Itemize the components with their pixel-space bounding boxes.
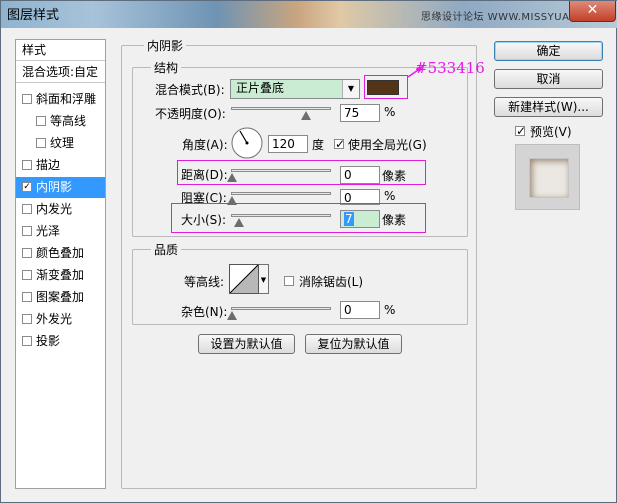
angle-dial[interactable] — [230, 126, 264, 160]
style-item-label: 投影 — [36, 334, 61, 348]
style-item-label: 纹理 — [50, 136, 75, 150]
size-unit: 像素 — [382, 213, 407, 227]
style-item-label: 光泽 — [36, 224, 61, 238]
style-item[interactable]: 斜面和浮雕 — [16, 89, 105, 110]
style-item[interactable]: 外发光 — [16, 309, 105, 330]
style-item[interactable]: 图案叠加 — [16, 287, 105, 308]
style-item[interactable]: 投影 — [16, 331, 105, 352]
angle-input[interactable]: 120 — [268, 135, 308, 153]
antialias-label: 消除锯齿(L) — [299, 275, 364, 289]
style-item[interactable]: ✓ 内阴影 — [16, 177, 105, 198]
shadow-color-swatch[interactable] — [367, 80, 399, 95]
style-item-label: 斜面和浮雕 — [36, 92, 97, 106]
inner-shadow-title: 内阴影 — [144, 37, 187, 54]
quality-title: 品质 — [151, 241, 182, 258]
size-input-selection: 7 — [344, 212, 354, 226]
set-default-button[interactable]: 设置为默认值 — [198, 334, 295, 354]
close-icon: ✕ — [586, 2, 599, 18]
choke-slider-track[interactable] — [231, 192, 331, 195]
noise-label: 杂色(N): — [181, 305, 228, 319]
style-item-checkbox[interactable] — [22, 203, 32, 214]
style-item-label: 等高线 — [50, 114, 87, 128]
style-item-checkbox[interactable] — [22, 247, 32, 258]
style-item-label: 描边 — [36, 158, 61, 172]
noise-input[interactable]: 0 — [340, 301, 380, 319]
structure-title: 结构 — [151, 59, 182, 76]
global-light-checkbox[interactable]: ✓ — [334, 138, 345, 150]
style-item[interactable]: 渐变叠加 — [16, 265, 105, 286]
style-item-checkbox[interactable] — [22, 291, 32, 302]
distance-slider-track[interactable] — [231, 169, 331, 172]
style-item-checkbox[interactable] — [36, 115, 46, 126]
blend-mode-value: 正片叠底 — [236, 81, 285, 95]
distance-slider-thumb[interactable] — [227, 173, 237, 182]
contour-dropdown-arrow[interactable]: ▼ — [259, 264, 269, 294]
style-item[interactable]: 内发光 — [16, 199, 105, 220]
noise-slider-track[interactable] — [231, 307, 331, 310]
cancel-button[interactable]: 取消 — [494, 69, 603, 89]
reset-default-button[interactable]: 复位为默认值 — [305, 334, 402, 354]
style-item-checkbox[interactable] — [36, 137, 46, 148]
distance-unit: 像素 — [382, 169, 407, 183]
style-item-checkbox[interactable] — [22, 313, 32, 324]
angle-label: 角度(A): — [182, 138, 228, 152]
preview-checkbox[interactable]: ✓ — [515, 125, 526, 137]
ok-button[interactable]: 确定 — [494, 41, 603, 61]
style-item-label: 图案叠加 — [36, 290, 85, 304]
noise-slider-thumb[interactable] — [227, 311, 237, 320]
style-item[interactable]: 纹理 — [16, 133, 105, 154]
window-title: 图层样式 — [7, 8, 60, 23]
style-item-checkbox[interactable] — [22, 335, 32, 346]
preview-thumbnail — [515, 144, 580, 210]
close-button[interactable]: ✕ — [569, 1, 616, 22]
color-hex-annotation: #533416 — [415, 59, 485, 77]
contour-label: 等高线: — [184, 275, 225, 289]
style-item-checkbox[interactable] — [22, 269, 32, 280]
size-label: 大小(S): — [181, 213, 227, 227]
title-bar[interactable]: 图层样式 思缘设计论坛 WWW.MISSYUAN.COM ✕ — [1, 1, 617, 28]
preview-label: 预览(V) — [530, 125, 572, 139]
opacity-slider-track[interactable] — [231, 107, 331, 110]
style-list: 样式 混合选项:自定 斜面和浮雕等高线纹理描边 ✓ 内阴影内发光光泽颜色叠加渐变叠加… — [15, 39, 106, 489]
style-item-checkbox[interactable] — [22, 93, 32, 104]
distance-label: 距离(D): — [181, 168, 228, 182]
antialias-checkbox[interactable] — [284, 276, 294, 286]
style-item-checkbox[interactable]: ✓ — [22, 181, 32, 192]
contour-preview[interactable] — [229, 264, 259, 294]
new-style-button[interactable]: 新建样式(W)... — [494, 97, 603, 117]
distance-input[interactable]: 0 — [340, 166, 380, 184]
opacity-unit: % — [384, 105, 396, 119]
opacity-input[interactable]: 75 — [340, 104, 380, 122]
style-item-checkbox[interactable] — [22, 159, 32, 170]
blend-mode-select[interactable]: 正片叠底 ▼ — [230, 79, 360, 99]
preview-swatch — [529, 158, 569, 198]
style-item[interactable]: 描边 — [16, 155, 105, 176]
style-item-label: 渐变叠加 — [36, 268, 85, 282]
blend-mode-label: 混合模式(B): — [155, 83, 225, 97]
style-item-checkbox[interactable] — [22, 225, 32, 236]
size-slider-track[interactable] — [231, 214, 331, 217]
style-item-label: 内发光 — [36, 202, 73, 216]
blend-options-item[interactable]: 混合选项:自定 — [16, 62, 105, 83]
style-item[interactable]: 光泽 — [16, 221, 105, 242]
style-item-label: 内阴影 — [36, 180, 73, 194]
layer-style-dialog: 图层样式 思缘设计论坛 WWW.MISSYUAN.COM ✕ 样式 混合选项:自… — [0, 0, 617, 503]
chevron-down-icon: ▼ — [342, 80, 359, 98]
contour-curve-icon — [229, 264, 259, 294]
size-slider-thumb[interactable] — [234, 218, 244, 227]
noise-unit: % — [384, 303, 396, 317]
style-item-label: 外发光 — [36, 312, 73, 326]
style-item[interactable]: 颜色叠加 — [16, 243, 105, 264]
style-item-label: 颜色叠加 — [36, 246, 85, 260]
global-light-label: 使用全局光(G) — [348, 138, 427, 152]
style-item[interactable]: 等高线 — [16, 111, 105, 132]
angle-unit: 度 — [312, 138, 325, 152]
opacity-label: 不透明度(O): — [155, 107, 226, 121]
choke-unit: % — [384, 189, 396, 203]
style-list-header: 样式 — [16, 40, 105, 61]
opacity-slider-thumb[interactable] — [301, 111, 311, 120]
size-input[interactable]: 7 — [340, 210, 380, 228]
